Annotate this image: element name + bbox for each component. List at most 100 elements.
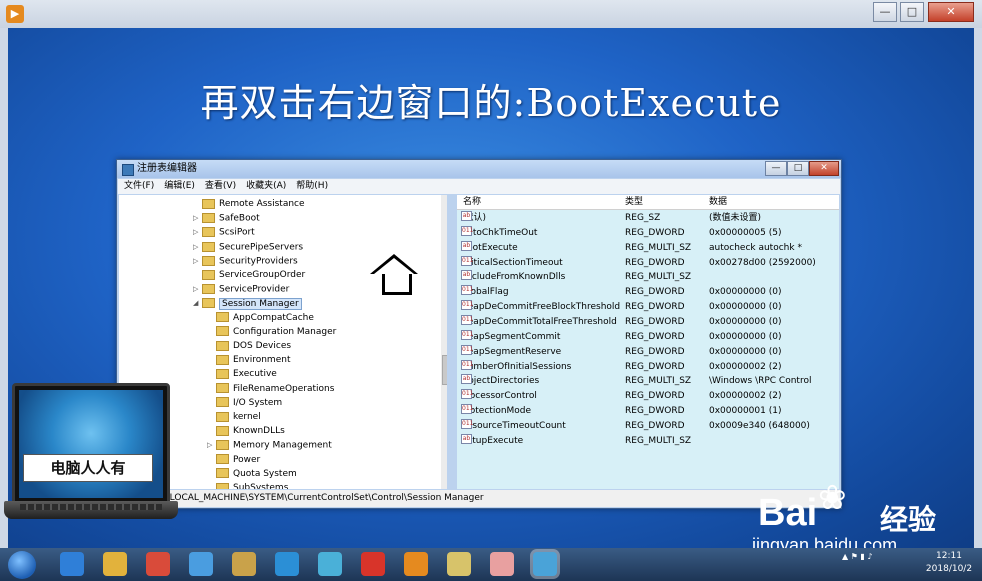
value-name-cell: 011 HeapSegmentReserve: [461, 344, 561, 359]
value-row[interactable]: 011 GlobalFlag REG_DWORD 0x00000000 (0): [457, 285, 839, 299]
tree-node[interactable]: DOS Devices: [207, 339, 291, 353]
value-row[interactable]: ab SetupExecute REG_MULTI_SZ: [457, 433, 839, 448]
expand-toggle-icon[interactable]: ◢: [193, 296, 200, 310]
window-minimize-button[interactable]: —: [765, 161, 787, 176]
folder-icon: [216, 312, 229, 323]
tree-node[interactable]: Configuration Manager: [207, 325, 336, 339]
tree-node[interactable]: AppCompatCache: [207, 311, 314, 325]
value-row[interactable]: 011 CriticalSectionTimeout REG_DWORD 0x0027…: [457, 255, 839, 270]
browser-icon[interactable]: [275, 552, 299, 576]
expand-toggle-icon[interactable]: ▷: [193, 282, 200, 296]
tree-node[interactable]: ◢ Session Manager: [193, 296, 302, 310]
qq-icon[interactable]: [189, 552, 213, 576]
expand-toggle-icon[interactable]: ▷: [193, 254, 200, 268]
tree-node[interactable]: ▷ Memory Management: [207, 438, 332, 452]
value-row[interactable]: ab BootExecute REG_MULTI_SZ autocheck autoc…: [457, 240, 839, 255]
value-row[interactable]: ab (默认) REG_SZ (数值未设置): [457, 211, 839, 225]
value-row[interactable]: 011 ResourceTimeoutCount REG_DWORD 0x0009e3…: [457, 418, 839, 433]
registry-values-list[interactable]: 名称 类型 数据 ab (默认) REG_SZ (数值未设置) 011 AutoChkTi…: [457, 195, 839, 489]
baidu-watermark: Bai ❀ 经验 jingyan.baidu.com: [740, 478, 980, 555]
tree-node[interactable]: SubSystems: [207, 481, 288, 489]
value-row[interactable]: 011 HeapSegmentReserve REG_DWORD 0x00000000…: [457, 344, 839, 359]
value-type: REG_DWORD: [625, 257, 685, 268]
tree-node[interactable]: KnownDLLs: [207, 424, 285, 438]
tree-node[interactable]: Remote Assistance: [193, 197, 305, 211]
tree-scrollbar[interactable]: [441, 195, 447, 489]
string-value-icon: ab: [461, 211, 472, 221]
tree-node[interactable]: ▷ SecurityProviders: [193, 254, 298, 268]
value-data: 0x00000001 (1): [709, 406, 782, 417]
value-row[interactable]: 011 AutoChkTimeOut REG_DWORD 0x00000005 (5): [457, 225, 839, 240]
notes-icon[interactable]: [447, 552, 471, 576]
tree-node[interactable]: ServiceGroupOrder: [193, 268, 305, 282]
menu-item[interactable]: 文件(F): [124, 181, 154, 191]
ie-icon[interactable]: [60, 552, 84, 576]
column-type-header[interactable]: 类型: [625, 195, 643, 209]
value-name-cell: 011 CriticalSectionTimeout: [461, 255, 563, 270]
value-row[interactable]: 011 ProcessorControl REG_DWORD 0x00000002 (…: [457, 389, 839, 403]
tree-node[interactable]: Power: [207, 453, 260, 467]
watermark-brand-2: 经验: [880, 503, 937, 536]
chrome-icon[interactable]: [146, 552, 170, 576]
menu-item[interactable]: 查看(V): [205, 181, 236, 191]
value-name-cell: 011 ResourceTimeoutCount: [461, 418, 566, 433]
player-close-button[interactable]: ✕: [928, 2, 974, 22]
value-row[interactable]: 011 ProtectionMode REG_DWORD 0x00000001 (1): [457, 404, 839, 418]
value-row[interactable]: ab ObjectDirectories REG_MULTI_SZ \Windows …: [457, 374, 839, 388]
value-data: 0x00278d00 (2592000): [709, 257, 816, 268]
menu-item[interactable]: 帮助(H): [296, 181, 328, 191]
tree-node[interactable]: Environment: [207, 353, 290, 367]
start-button[interactable]: [8, 551, 36, 579]
value-name: ObjectDirectories: [461, 376, 540, 387]
window-maximize-button[interactable]: □: [787, 161, 809, 176]
menu-item[interactable]: 收藏夹(A): [246, 181, 286, 191]
regedit-icon[interactable]: [533, 552, 557, 576]
value-row[interactable]: 011 HeapDeCommitTotalFreeThreshold REG_DWO…: [457, 314, 839, 329]
value-data: (数值未设置): [709, 213, 762, 223]
value-type: REG_DWORD: [625, 227, 685, 238]
value-row[interactable]: 011 HeapSegmentCommit REG_DWORD 0x00000000 …: [457, 329, 839, 344]
expand-toggle-icon[interactable]: ▷: [193, 240, 200, 254]
player-maximize-button[interactable]: □: [900, 2, 924, 22]
paint-icon[interactable]: [232, 552, 256, 576]
value-row[interactable]: 011 HeapDeCommitFreeBlockThreshold REG_DWO…: [457, 300, 839, 314]
value-row[interactable]: ab ExcludeFromKnownDlls REG_MULTI_SZ: [457, 270, 839, 284]
menu-item[interactable]: 编辑(E): [164, 181, 195, 191]
tree-node[interactable]: kernel: [207, 410, 261, 424]
baidu-paw-icon: ❀: [818, 478, 847, 518]
game-icon[interactable]: [361, 552, 385, 576]
taskbar-clock[interactable]: 12:11 2018/10/2: [920, 550, 978, 576]
folder-icon: [202, 298, 215, 309]
value-type: REG_DWORD: [625, 316, 685, 327]
folder-icon[interactable]: [103, 552, 127, 576]
tree-node[interactable]: Quota System: [207, 467, 297, 481]
tree-scroll-thumb[interactable]: [442, 355, 447, 385]
tree-node[interactable]: ▷ ScsiPort: [193, 225, 255, 239]
column-name-header[interactable]: 名称: [463, 195, 481, 209]
expand-toggle-icon[interactable]: ▷: [193, 225, 200, 239]
tree-node[interactable]: ▷ ServiceProvider: [193, 282, 289, 296]
window-close-button[interactable]: ✕: [809, 161, 839, 176]
value-data: 0x00000000 (0): [709, 287, 782, 298]
player-icon[interactable]: [404, 552, 428, 576]
tree-node-label: SecurePipeServers: [219, 242, 304, 253]
value-type: REG_SZ: [625, 213, 661, 223]
tree-node[interactable]: I/O System: [207, 396, 282, 410]
tree-node[interactable]: Executive: [207, 367, 277, 381]
pinwheel-icon[interactable]: [318, 552, 342, 576]
window-title-bar[interactable]: 注册表编辑器 — □ ✕: [117, 160, 841, 178]
value-name-cell: ab ExcludeFromKnownDlls: [461, 270, 565, 284]
tree-node-label: Configuration Manager: [233, 326, 337, 337]
monkey-icon[interactable]: [490, 552, 514, 576]
folder-icon: [216, 411, 229, 422]
tree-node[interactable]: ▷ SecurePipeServers: [193, 240, 303, 254]
value-row[interactable]: 011 NumberOfInitialSessions REG_DWORD 0x000…: [457, 359, 839, 374]
tree-node[interactable]: FileRenameOperations: [207, 382, 334, 396]
column-data-header[interactable]: 数据: [709, 195, 727, 209]
player-minimize-button[interactable]: —: [873, 2, 897, 22]
tree-node[interactable]: ▷ SafeBoot: [193, 211, 260, 225]
expand-toggle-icon[interactable]: ▷: [207, 438, 214, 452]
expand-toggle-icon[interactable]: ▷: [193, 211, 200, 225]
system-tray-icons[interactable]: ▲ ⚑ ▮ ♪: [842, 552, 872, 561]
folder-icon: [216, 340, 229, 351]
